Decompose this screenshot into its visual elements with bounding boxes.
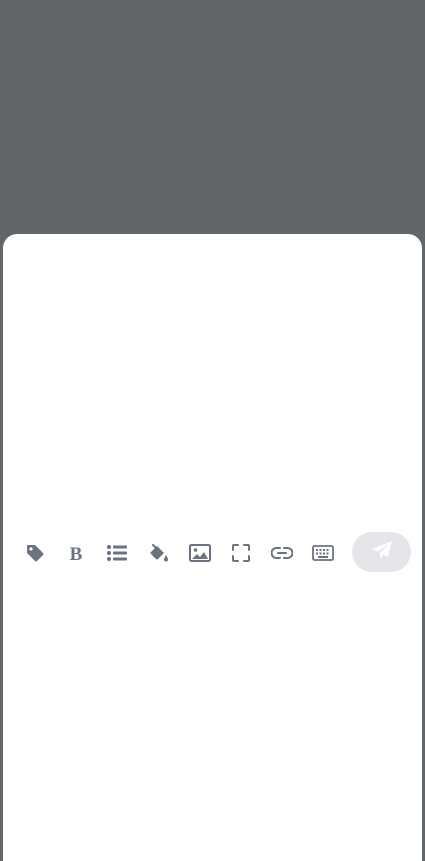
send-button[interactable] [352, 532, 411, 572]
editor-toolbar: B [3, 530, 422, 574]
post-editor[interactable] [3, 234, 422, 524]
link-icon [271, 546, 293, 560]
link-button[interactable] [267, 538, 297, 568]
fullscreen-button[interactable] [226, 538, 256, 568]
keyboard-button[interactable] [308, 538, 338, 568]
image-icon [189, 544, 211, 562]
bold-button[interactable]: B [61, 538, 91, 568]
image-button[interactable] [185, 538, 215, 568]
tag-button[interactable] [20, 538, 50, 568]
compose-sheet: B [3, 234, 422, 861]
list-icon [106, 543, 128, 563]
fullscreen-icon [232, 544, 250, 562]
keyboard-icon [312, 545, 334, 561]
svg-text:B: B [70, 544, 83, 563]
tag-icon [25, 543, 45, 563]
list-button[interactable] [102, 538, 132, 568]
bold-icon: B [66, 543, 86, 563]
color-fill-icon [147, 543, 169, 563]
color-fill-button[interactable] [143, 538, 173, 568]
paper-plane-icon [371, 540, 393, 565]
